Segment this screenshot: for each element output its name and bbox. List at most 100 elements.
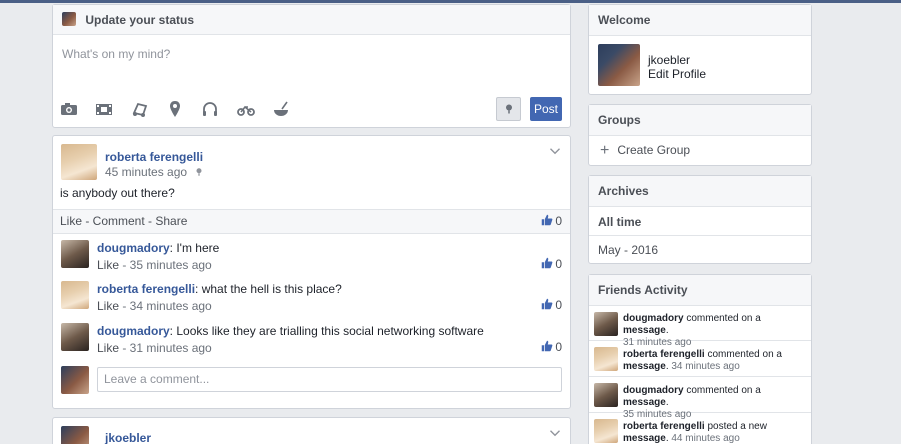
welcome-username[interactable]: jkoebler	[648, 53, 690, 67]
activity-item: dougmadory commented on a message. 31 mi…	[589, 308, 811, 348]
comment-like-count[interactable]: 0	[541, 298, 562, 312]
status-placeholder: What's on my mind?	[62, 47, 171, 61]
thumbs-up-icon	[542, 214, 553, 226]
status-input[interactable]: What's on my mind?	[53, 36, 570, 94]
avatar	[594, 419, 618, 443]
avatar	[61, 323, 89, 351]
friends-activity-title: Friends Activity	[589, 275, 811, 306]
avatar	[61, 426, 89, 444]
privacy-button[interactable]	[496, 97, 521, 121]
activity-name[interactable]: roberta ferengelli	[623, 349, 705, 360]
activity-object[interactable]: message	[623, 325, 666, 336]
friends-activity-panel: Friends Activity dougmadory commented on…	[588, 274, 812, 444]
post-actions[interactable]: Like - Comment - Share	[60, 214, 187, 228]
comment-author[interactable]: dougmadory	[97, 241, 170, 255]
headphones-icon[interactable]	[201, 100, 219, 118]
comment-meta: Like - 34 minutes ago	[97, 299, 562, 313]
top-bar	[0, 0, 901, 3]
groups-title: Groups	[589, 105, 811, 136]
comment-placeholder: Leave a comment...	[104, 372, 210, 386]
food-icon[interactable]	[272, 100, 290, 118]
comment-text: : Looks like they are trialling this soc…	[169, 324, 484, 338]
comment-like-link[interactable]: Like	[97, 299, 119, 313]
post-button[interactable]: Post	[530, 97, 562, 121]
comment-time: - 31 minutes ago	[119, 341, 212, 355]
post-time: 45 minutes ago	[105, 165, 188, 179]
location-icon[interactable]	[166, 100, 184, 118]
post-actions-bar: Like - Comment - Share 0	[53, 209, 570, 234]
archives-panel: Archives All time May - 2016	[588, 175, 812, 264]
avatar	[61, 281, 89, 309]
post-card: jkoebler	[52, 417, 571, 444]
status-toolbar	[60, 100, 304, 120]
comment-body: dougmadory: Looks like they are triallin…	[97, 324, 562, 338]
avatar[interactable]	[598, 44, 640, 86]
thumbs-up-icon	[542, 298, 553, 310]
comment-row: dougmadory: I'm here Like - 35 minutes a…	[97, 241, 562, 272]
chevron-down-icon[interactable]	[549, 427, 561, 439]
welcome-panel: Welcome jkoebler Edit Profile	[588, 4, 812, 95]
avatar	[61, 366, 89, 394]
edit-profile-link[interactable]: Edit Profile	[648, 67, 706, 81]
music-icon[interactable]	[131, 100, 149, 118]
post-time-row: 45 minutes ago	[105, 165, 204, 179]
avatar	[594, 312, 618, 336]
activity-name[interactable]: dougmadory	[623, 313, 684, 324]
comment-input[interactable]: Leave a comment...	[97, 367, 562, 392]
status-box-header: Update your status	[53, 5, 570, 35]
post-author[interactable]: jkoebler	[105, 431, 151, 444]
post-like-count[interactable]: 0	[541, 210, 562, 233]
activity-item: dougmadory commented on a message. 35 mi…	[589, 378, 811, 420]
comment-meta: Like - 35 minutes ago	[97, 258, 562, 272]
avatar	[61, 144, 97, 180]
thumbs-up-icon	[542, 340, 553, 352]
avatar	[594, 383, 618, 407]
comment-like-link[interactable]: Like	[97, 258, 119, 272]
groups-panel: Groups + Create Group	[588, 104, 812, 166]
avatar	[594, 347, 618, 371]
activity-action: commented on a	[683, 313, 761, 324]
archive-item-all-time[interactable]: All time	[589, 208, 811, 236]
post-text: is anybody out there?	[60, 186, 175, 200]
bike-icon[interactable]	[236, 100, 255, 118]
activity-action: posted a new	[704, 421, 767, 432]
video-icon[interactable]	[95, 100, 113, 118]
comment-like-count[interactable]: 0	[541, 257, 562, 271]
activity-time: 44 minutes ago	[668, 433, 740, 444]
thumbs-up-icon	[542, 257, 553, 269]
comment-row: dougmadory: Looks like they are triallin…	[97, 324, 562, 355]
archive-item-may-2016[interactable]: May - 2016	[589, 236, 811, 264]
status-update-box: Update your status What's on my mind? Po…	[52, 4, 571, 128]
avatar	[62, 12, 76, 26]
comment-time: - 34 minutes ago	[119, 299, 212, 313]
activity-item: roberta ferengelli commented on a messag…	[589, 342, 811, 377]
create-group-button[interactable]: + Create Group	[600, 142, 690, 160]
comment-like-link[interactable]: Like	[97, 341, 119, 355]
comment-time: - 35 minutes ago	[119, 258, 212, 272]
microphone-icon	[506, 104, 512, 114]
activity-object[interactable]: message	[623, 361, 666, 372]
camera-icon[interactable]	[60, 100, 78, 118]
comment-like-count[interactable]: 0	[541, 340, 562, 354]
activity-time: 34 minutes ago	[668, 361, 740, 372]
archives-title: Archives	[589, 176, 811, 207]
activity-action: commented on a	[704, 349, 782, 360]
comment-text: : what the hell is this place?	[195, 282, 342, 296]
activity-item: roberta ferengelli posted a new message.…	[589, 414, 811, 444]
welcome-title: Welcome	[589, 5, 811, 36]
create-group-label: Create Group	[617, 143, 691, 157]
activity-name[interactable]: dougmadory	[623, 385, 684, 396]
microphone-icon	[196, 168, 202, 176]
comment-body: dougmadory: I'm here	[97, 241, 562, 255]
plus-icon: +	[600, 142, 610, 159]
comment-author[interactable]: dougmadory	[97, 324, 170, 338]
comment-meta: Like - 31 minutes ago	[97, 341, 562, 355]
post-author[interactable]: roberta ferengelli	[105, 150, 203, 164]
comment-body: roberta ferengelli: what the hell is thi…	[97, 282, 562, 296]
comment-author[interactable]: roberta ferengelli	[97, 282, 195, 296]
activity-object[interactable]: message	[623, 433, 666, 444]
activity-object[interactable]: message	[623, 397, 666, 408]
chevron-down-icon[interactable]	[549, 145, 561, 157]
post-card: roberta ferengelli 45 minutes ago is any…	[52, 135, 571, 409]
activity-name[interactable]: roberta ferengelli	[623, 421, 705, 432]
